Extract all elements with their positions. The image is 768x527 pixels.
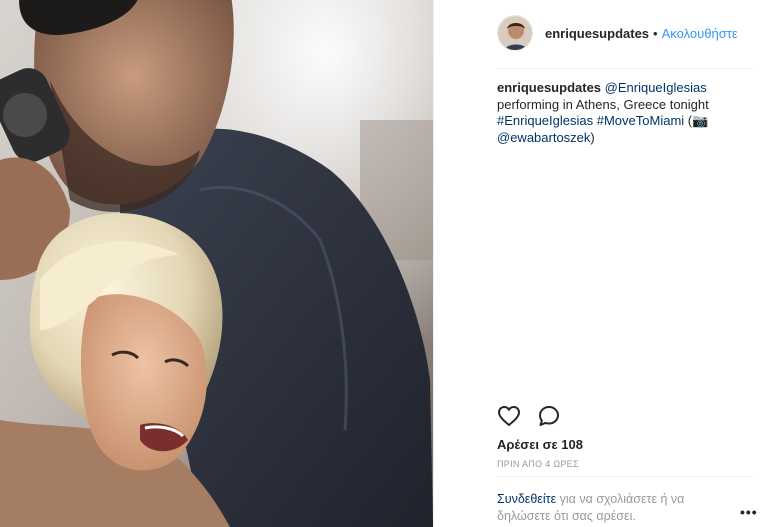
caption-hashtag-enriqueiglesias[interactable]: #EnriqueIglesias [497,113,593,128]
caption-mention[interactable]: @EnriqueIglesias [605,80,707,95]
post-side-panel: enriquesupdates • Ακολουθήστε enriquesupda… [433,0,768,527]
heart-icon[interactable] [497,404,521,428]
header-divider [497,68,753,69]
more-options-button[interactable]: ••• [740,504,758,520]
camera-icon: 📷 [692,113,709,128]
caption-text: performing in Athens, Greece tonight [497,96,709,112]
post-image [0,0,433,527]
caption-hashtag-movetomiami[interactable]: #MoveToMiami [597,113,684,128]
follow-button[interactable]: Ακολουθήστε [662,26,738,41]
caption-photo-credit[interactable]: @ewabartoszek [497,130,590,145]
comment-prompt: Συνδεθείτε για να σχολιάσετε ή να δηλώσε… [497,491,717,525]
post-caption: enriquesupdates @EnriqueIglesias perform… [497,80,757,146]
instagram-post: enriquesupdates • Ακολουθήστε enriquesupda… [0,0,768,527]
speech-bubble-icon[interactable] [537,404,561,428]
caption-paren-close: ) [590,129,595,145]
post-timestamp[interactable]: ΠΡΙΝ ΑΠΟ 4 ΩΡΕΣ [497,459,579,469]
login-link[interactable]: Συνδεθείτε [497,492,556,506]
post-actions [497,404,753,428]
post-photo[interactable] [0,0,433,527]
like-count[interactable]: Αρέσει σε 108 [497,437,583,452]
avatar[interactable] [497,15,533,51]
header-separator: • [653,26,658,41]
avatar-image [498,16,532,50]
caption-username[interactable]: enriquesupdates [497,80,601,95]
header-username[interactable]: enriquesupdates [545,26,649,41]
comment-divider [497,476,753,477]
post-header: enriquesupdates • Ακολουθήστε [545,26,738,41]
